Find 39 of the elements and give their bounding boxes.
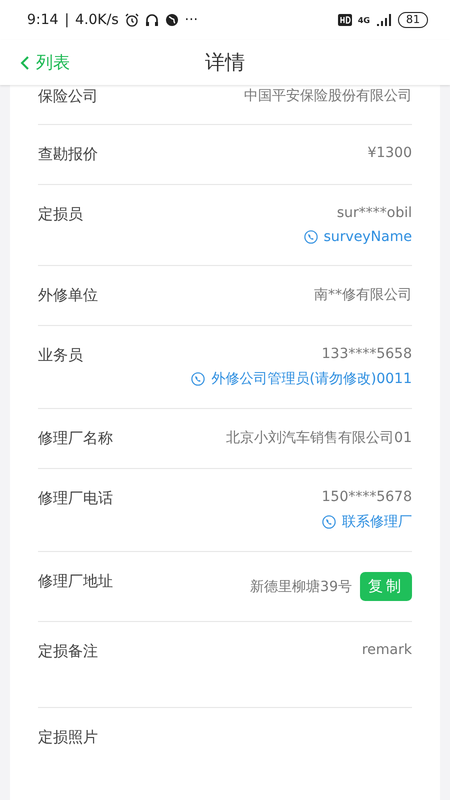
alarm-clock-icon (124, 13, 139, 27)
headphones-icon (144, 13, 159, 27)
field-label: 定损照片 (38, 728, 98, 747)
call-link[interactable]: 联系修理厂 (322, 513, 412, 531)
battery-level: 81 (398, 12, 428, 28)
chevron-left-icon (20, 54, 30, 70)
more-icon: ··· (184, 12, 198, 28)
field-value: 中国平安保险股份有限公司 (244, 87, 412, 105)
separator: | (64, 12, 70, 28)
page-title: 详情 (205, 49, 245, 76)
field-value: sur****obil (336, 205, 412, 221)
field-value: 150****5678 (322, 489, 412, 505)
field-value: 133****5658 (322, 346, 412, 362)
field-label: 修理厂电话 (38, 489, 113, 508)
phone-icon (322, 515, 336, 529)
field-label: 定损员 (38, 205, 83, 224)
signal-icon (376, 14, 392, 26)
status-time: 9:14 (27, 12, 58, 28)
network-speed: 4.0K/s (75, 12, 119, 28)
field-label: 修理厂名称 (38, 429, 113, 448)
field-value: ¥1300 (367, 145, 412, 161)
field-label: 定损备注 (38, 642, 98, 661)
field-label: 外修单位 (38, 286, 98, 305)
call-link[interactable]: surveyName (304, 229, 412, 245)
call-link[interactable]: 外修公司管理员(请勿修改)0011 (191, 370, 412, 388)
field-label: 查勘报价 (38, 145, 98, 164)
field-label: 业务员 (38, 346, 83, 365)
hd-icon (338, 14, 352, 26)
phone-icon (191, 372, 206, 386)
back-button[interactable]: 列表 (20, 51, 70, 74)
field-value: remark (362, 642, 412, 658)
field-value: 新德里柳塘39号 (250, 578, 352, 596)
copy-button[interactable]: 复制 (360, 572, 412, 601)
phone-icon (304, 230, 318, 244)
network-type: 4G (358, 16, 370, 24)
field-value: 南**修有限公司 (314, 286, 412, 304)
field-label: 保险公司 (38, 87, 98, 106)
field-label: 修理厂地址 (38, 572, 113, 591)
field-value: 北京小刘汽车销售有限公司01 (226, 429, 412, 447)
